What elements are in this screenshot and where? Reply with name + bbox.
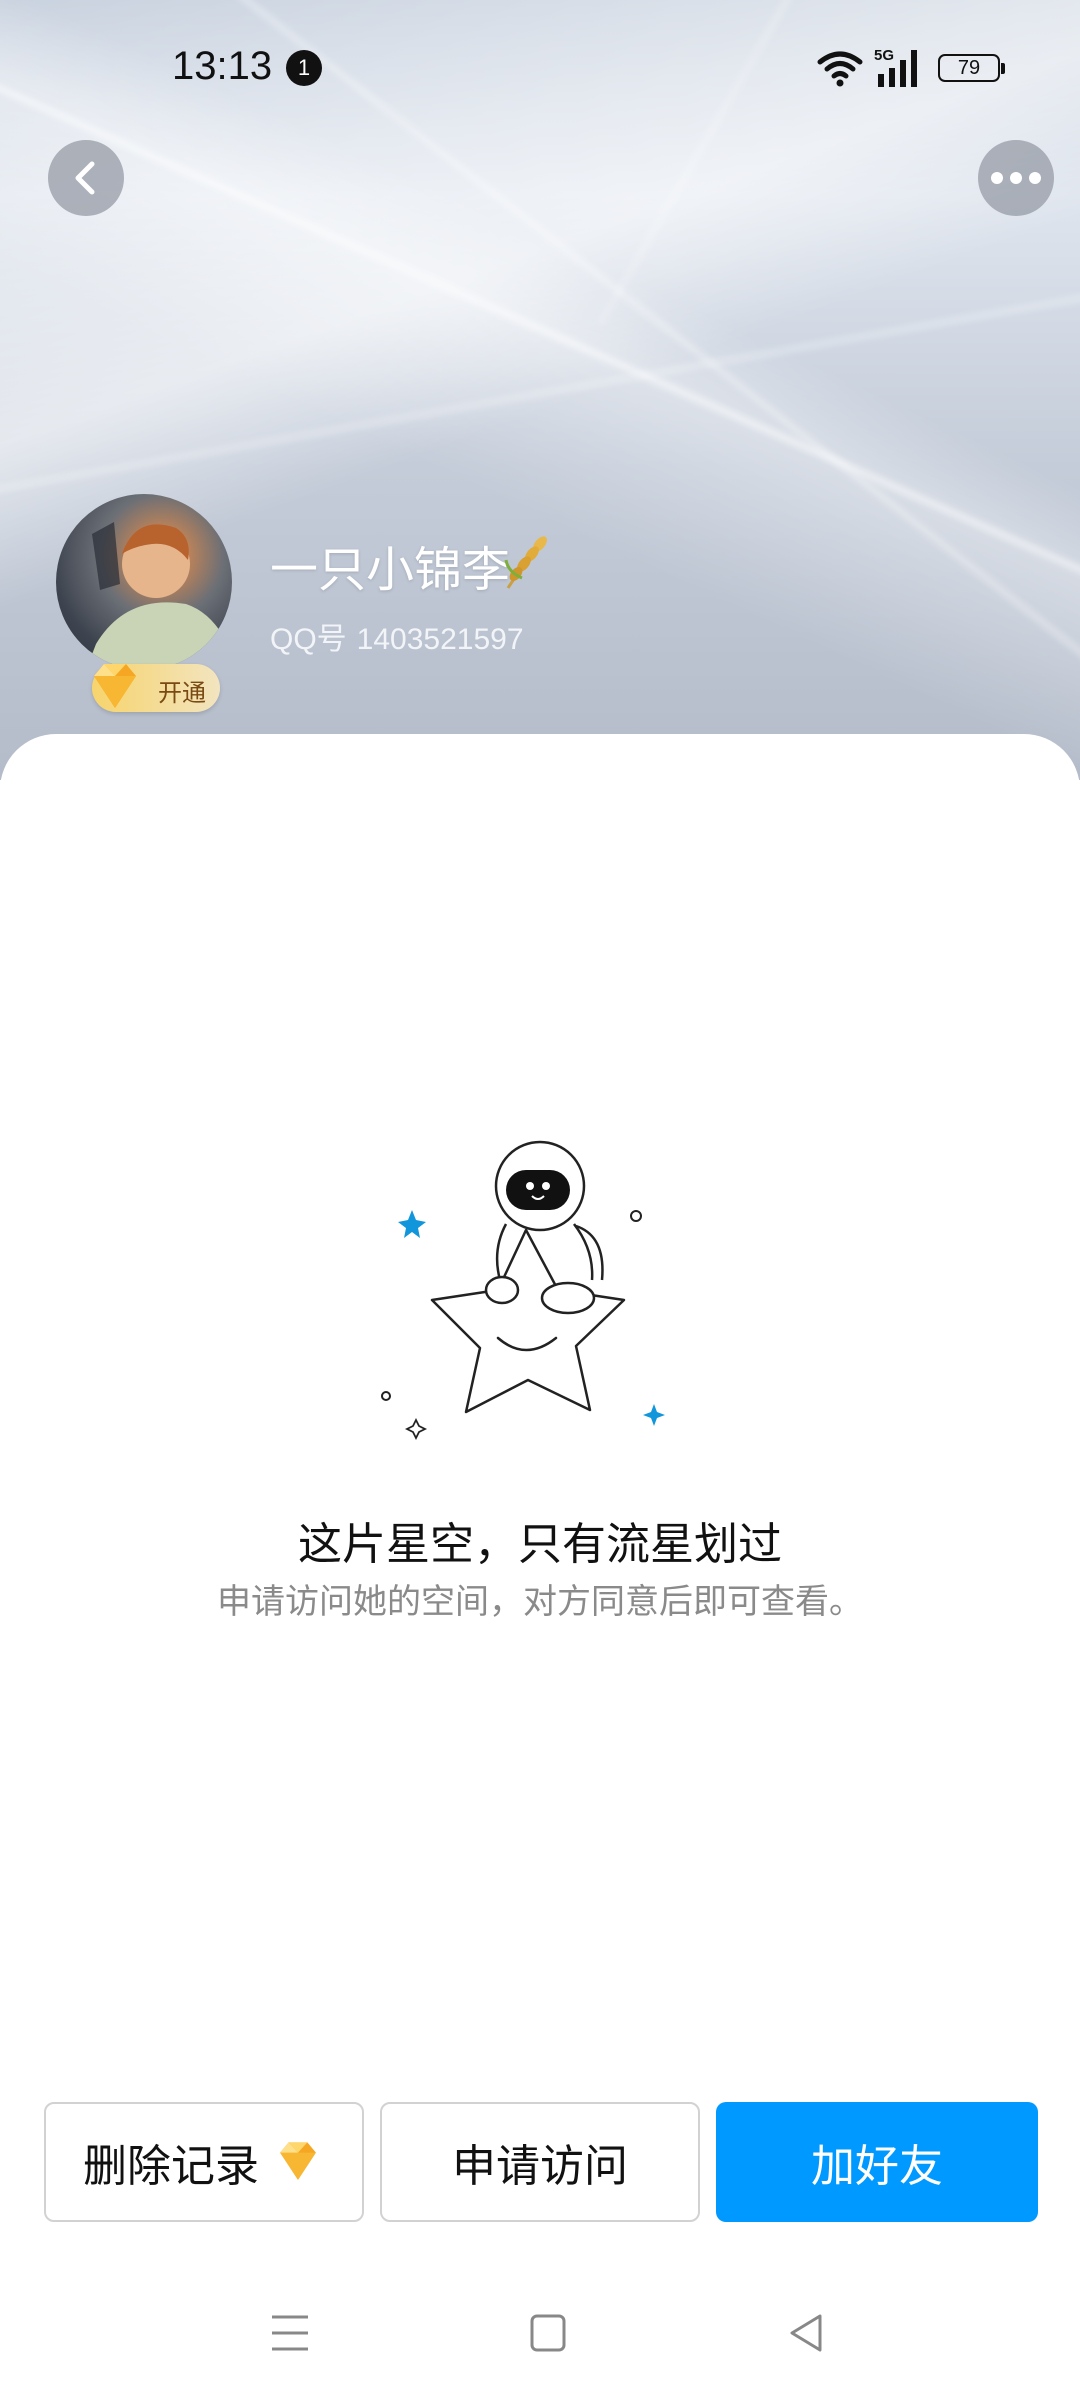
add-friend-button[interactable]: 加好友	[716, 2102, 1038, 2222]
notification-badge: 1	[286, 50, 322, 86]
status-time: 13:13	[172, 44, 273, 88]
qq-number-value: 1403521597	[356, 623, 524, 656]
nickname: 一只小锦李	[270, 542, 511, 598]
vip-badge-label: 开通	[158, 679, 206, 707]
astronaut-star-illustration	[381, 1140, 665, 1441]
back-button[interactable]	[48, 140, 124, 216]
delete-record-label: 删除记录	[83, 2141, 259, 2192]
more-dots-icon	[991, 172, 1041, 184]
qq-label: QQ号	[270, 623, 347, 656]
wifi-icon	[817, 51, 863, 87]
avatar-image	[86, 522, 232, 670]
qq-number: QQ号 1403521597	[270, 614, 534, 658]
wheat-icon	[504, 536, 547, 589]
back-triangle-icon[interactable]	[788, 2312, 824, 2354]
empty-state-description: 申请访问她的空间，对方同意后即可查看。	[217, 1582, 863, 1622]
chevron-left-icon	[75, 161, 95, 195]
signal-5g-icon: 5G	[874, 47, 917, 87]
diamond-icon	[94, 664, 136, 708]
vip-open-badge[interactable]: 开通	[92, 664, 220, 712]
delete-record-button[interactable]: 删除记录	[44, 2102, 364, 2222]
menu-icon[interactable]	[270, 2312, 310, 2354]
status-bar: 13:13 1 5G 79	[0, 0, 1080, 130]
diamond-icon	[280, 2142, 316, 2180]
empty-state-title: 这片星空，只有流星划过	[298, 1519, 782, 1570]
apply-access-button[interactable]: 申请访问	[380, 2102, 700, 2222]
svg-text:5G: 5G	[874, 47, 894, 64]
avatar[interactable]	[56, 494, 232, 670]
battery-icon: 79	[938, 54, 1005, 82]
home-icon[interactable]	[530, 2314, 566, 2352]
more-button[interactable]	[978, 140, 1054, 216]
